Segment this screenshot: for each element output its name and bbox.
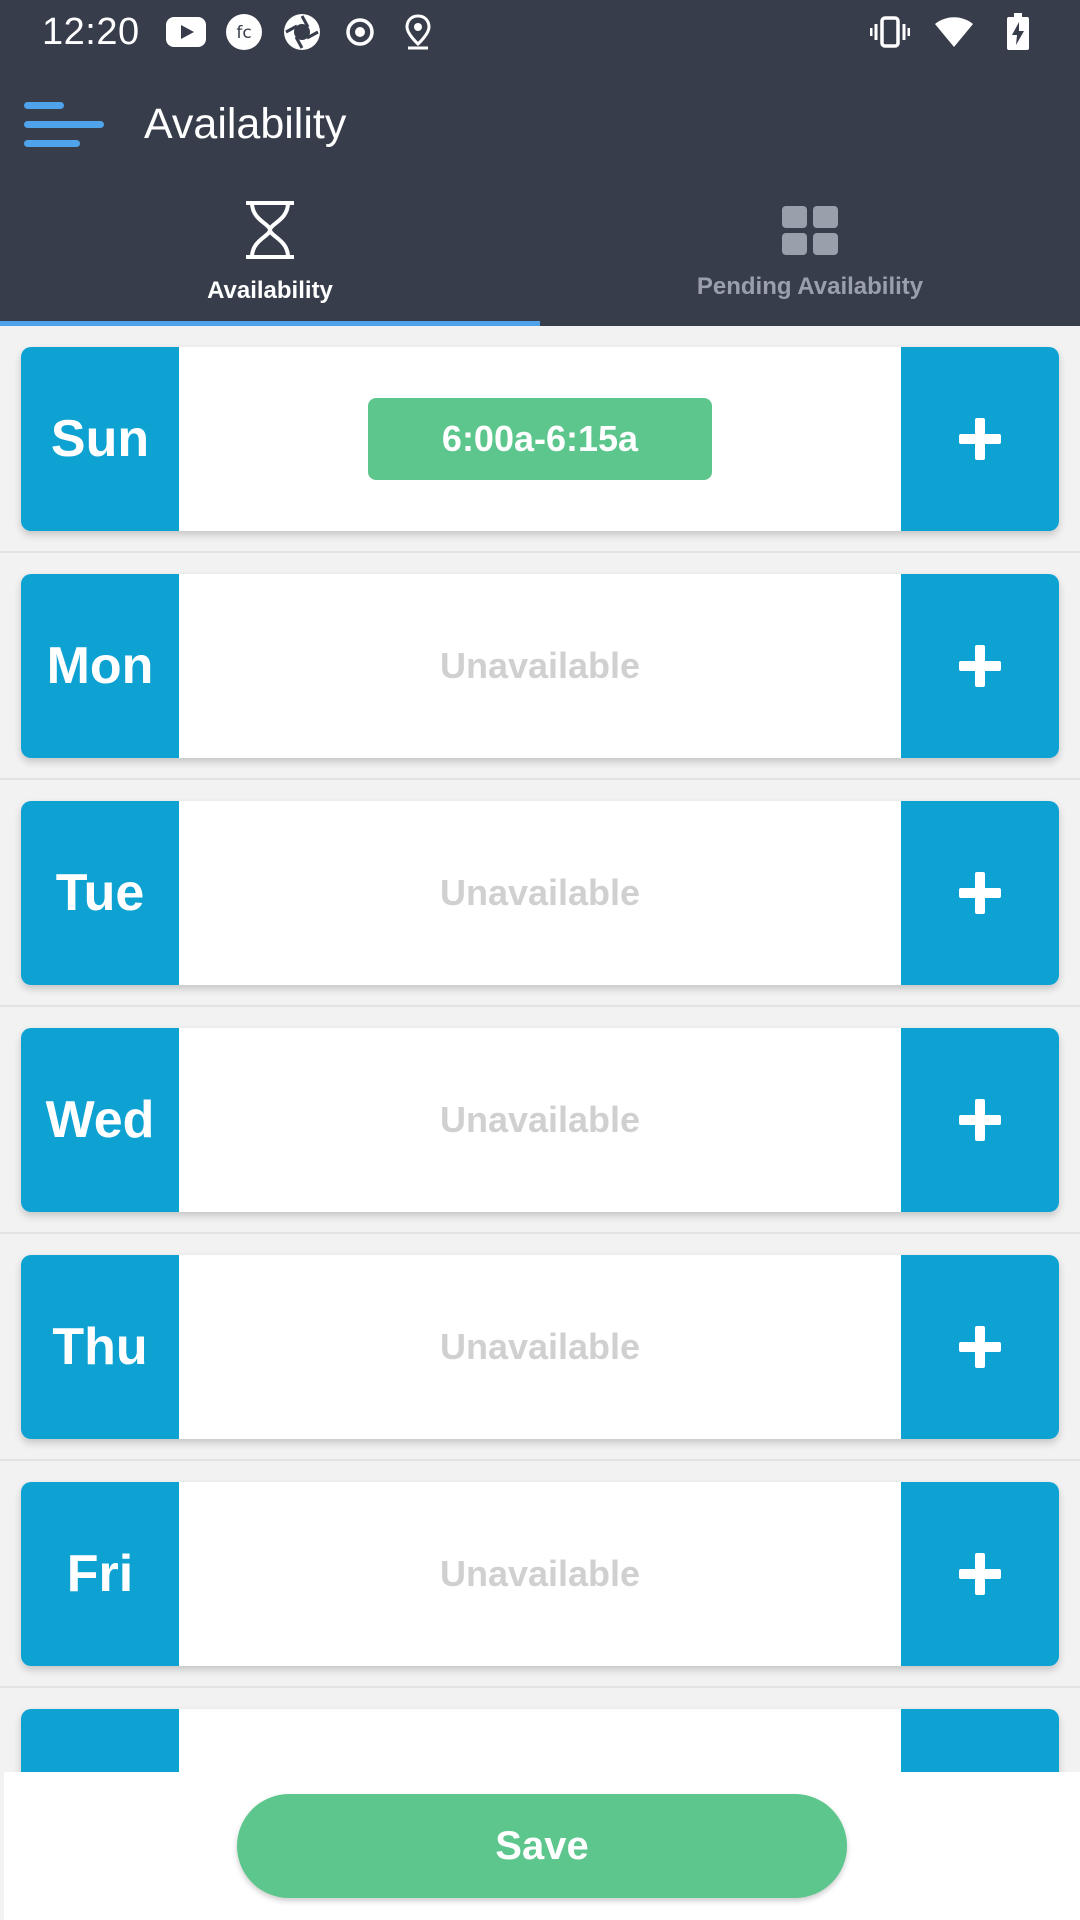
camera-shutter-icon: [282, 12, 322, 52]
day-row-thu: Thu Unavailable: [21, 1255, 1059, 1439]
unavailable-text: Unavailable: [439, 1099, 641, 1140]
row-divider: [0, 1232, 1080, 1234]
day-label: Tue: [21, 801, 179, 985]
footer: Save: [4, 1772, 1080, 1920]
plus-icon: [959, 872, 1001, 914]
vibrate-icon: [870, 12, 910, 52]
svg-text:fc: fc: [236, 23, 251, 43]
day-slots: Unavailable: [179, 801, 901, 985]
day-label: Sun: [21, 347, 179, 531]
status-icons-right: [870, 12, 1038, 52]
menu-line-top: [24, 101, 64, 109]
location-pin-icon: [398, 12, 438, 52]
day-slots: Unavailable: [179, 574, 901, 758]
day-row-mon: Mon Unavailable: [21, 574, 1059, 758]
row-divider: [0, 1686, 1080, 1688]
add-slot-button[interactable]: [901, 1482, 1059, 1666]
day-label: Wed: [21, 1028, 179, 1212]
tab-bar: Availability Pending Availability: [0, 184, 1080, 326]
menu-line-middle: [24, 120, 104, 128]
status-time: 12:20: [42, 10, 140, 53]
add-slot-button[interactable]: [901, 1255, 1059, 1439]
unavailable-text: Unavailable: [439, 872, 641, 913]
plus-icon: [959, 1326, 1001, 1368]
tab-pending-availability-label: Pending Availability: [696, 273, 924, 300]
day-row-wed: Wed Unavailable: [21, 1028, 1059, 1212]
save-button[interactable]: Save: [237, 1794, 847, 1898]
row-divider: [0, 778, 1080, 780]
tab-availability-label: Availability: [207, 277, 333, 304]
tab-pending-availability[interactable]: Pending Availability: [540, 184, 1080, 326]
plus-icon: [959, 1553, 1001, 1595]
add-slot-button[interactable]: [901, 801, 1059, 985]
record-icon: [340, 12, 380, 52]
menu-line-bottom: [24, 139, 80, 147]
active-tab-indicator: [0, 321, 540, 326]
unavailable-text: Unavailable: [439, 645, 641, 686]
plus-icon: [959, 645, 1001, 687]
row-divider: [0, 1005, 1080, 1007]
fc-app-icon: fc: [224, 12, 264, 52]
add-slot-button[interactable]: [901, 1028, 1059, 1212]
row-divider: [0, 551, 1080, 553]
day-label: Thu: [21, 1255, 179, 1439]
day-slots: 6:00a-6:15a: [179, 347, 901, 531]
grid-icon: [782, 206, 838, 261]
time-slot-chip[interactable]: 6:00a-6:15a: [368, 398, 712, 480]
day-row-sun: Sun 6:00a-6:15a: [21, 347, 1059, 531]
unavailable-text: Unavailable: [439, 1326, 641, 1367]
day-label: Fri: [21, 1482, 179, 1666]
plus-icon: [959, 418, 1001, 460]
day-slots: Unavailable: [179, 1028, 901, 1212]
day-slots: Unavailable: [179, 1255, 901, 1439]
app-bar: Availability: [0, 64, 1080, 184]
status-bar: 12:20 fc: [0, 0, 1080, 64]
unavailable-text: Unavailable: [439, 1553, 641, 1594]
day-row-tue: Tue Unavailable: [21, 801, 1059, 985]
row-divider: [0, 1459, 1080, 1461]
day-row-fri: Fri Unavailable: [21, 1482, 1059, 1666]
day-slots: Unavailable: [179, 1482, 901, 1666]
status-icons-left: fc: [165, 12, 438, 52]
page-title: Availability: [144, 99, 347, 148]
tab-availability[interactable]: Availability: [0, 184, 540, 326]
day-label: Mon: [21, 574, 179, 758]
wifi-icon: [934, 12, 974, 52]
battery-charging-icon: [998, 12, 1038, 52]
hourglass-icon: [242, 200, 298, 265]
menu-button[interactable]: [24, 94, 104, 154]
plus-icon: [959, 1099, 1001, 1141]
add-slot-button[interactable]: [901, 574, 1059, 758]
youtube-icon: [165, 12, 206, 52]
add-slot-button[interactable]: [901, 347, 1059, 531]
